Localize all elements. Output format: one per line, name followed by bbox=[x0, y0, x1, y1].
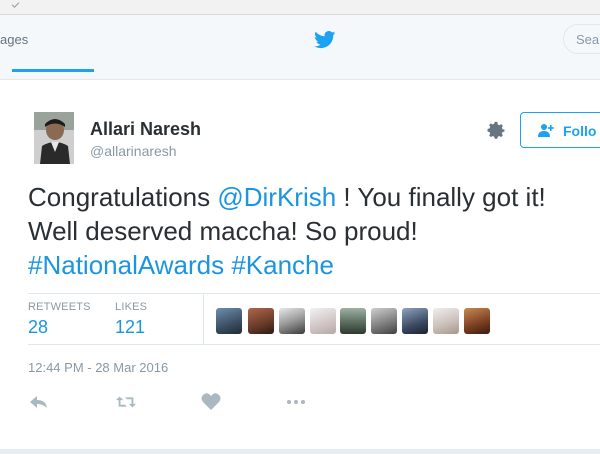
like-heart-icon[interactable] bbox=[200, 392, 222, 412]
tweet-text-congrats: Congratulations bbox=[28, 182, 218, 212]
browser-chrome-strip bbox=[0, 0, 600, 15]
search-input[interactable]: Sea bbox=[563, 24, 600, 54]
follow-button-label: Follo bbox=[563, 123, 597, 139]
likes-label: LIKES bbox=[115, 301, 148, 313]
liker-avatar[interactable] bbox=[371, 308, 397, 334]
chevron-icon bbox=[11, 0, 20, 8]
liker-avatar[interactable] bbox=[248, 308, 274, 334]
twitter-bird-icon[interactable] bbox=[314, 31, 336, 49]
tweet-actions bbox=[28, 392, 328, 412]
retweets-count: 28 bbox=[28, 317, 49, 337]
liker-avatar[interactable] bbox=[310, 308, 336, 334]
retweets-label: RETWEETS bbox=[28, 301, 91, 313]
reply-icon[interactable] bbox=[28, 392, 50, 412]
likes-stat[interactable]: LIKES 121 bbox=[115, 301, 147, 338]
liker-avatar[interactable] bbox=[464, 308, 490, 334]
author-handle[interactable]: @allarinaresh bbox=[90, 143, 177, 159]
follow-person-plus-icon bbox=[538, 124, 554, 137]
timeline-background bbox=[0, 449, 600, 454]
liker-avatar[interactable] bbox=[433, 308, 459, 334]
tweet-text-line-2: Well deserved maccha! So proud! bbox=[28, 216, 418, 246]
liker-avatar[interactable] bbox=[216, 308, 242, 334]
mention-link[interactable]: @DirKrish bbox=[217, 182, 336, 212]
liker-avatar[interactable] bbox=[279, 308, 305, 334]
retweet-icon[interactable] bbox=[115, 392, 137, 412]
search-placeholder: Sea bbox=[576, 32, 600, 47]
avatar[interactable] bbox=[34, 112, 74, 164]
stats-divider bbox=[203, 294, 204, 345]
tweet-card: Allari Naresh @allarinaresh Follo Congra… bbox=[0, 80, 600, 449]
author-name[interactable]: Allari Naresh bbox=[90, 119, 201, 140]
tweet-text-line-3: #NationalAwards #Kanche bbox=[28, 248, 600, 282]
tweet-text-line1-rest: ! You finally got it! bbox=[336, 182, 546, 212]
tweet-text: Congratulations @DirKrish ! You finally … bbox=[28, 180, 600, 282]
hashtag-link-kanche[interactable]: #Kanche bbox=[231, 250, 334, 280]
liker-avatar[interactable] bbox=[340, 308, 366, 334]
tweet-text-line-1: Congratulations @DirKrish ! You finally … bbox=[28, 180, 600, 214]
tweet-stats: RETWEETS 28 LIKES 121 bbox=[28, 293, 600, 345]
likes-count: 121 bbox=[115, 317, 146, 337]
active-tab-underline bbox=[12, 69, 94, 72]
top-navigation-bar: ages Sea bbox=[0, 15, 600, 80]
tweet-timestamp[interactable]: 12:44 PM - 28 Mar 2016 bbox=[28, 360, 168, 375]
gear-icon[interactable] bbox=[485, 120, 507, 142]
liker-avatar[interactable] bbox=[402, 308, 428, 334]
more-icon[interactable] bbox=[285, 392, 307, 412]
retweets-stat[interactable]: RETWEETS 28 bbox=[28, 301, 91, 338]
follow-button[interactable]: Follo bbox=[520, 112, 600, 148]
hashtag-link-national-awards[interactable]: #NationalAwards bbox=[28, 250, 224, 280]
nav-item-messages[interactable]: ages bbox=[0, 32, 28, 47]
